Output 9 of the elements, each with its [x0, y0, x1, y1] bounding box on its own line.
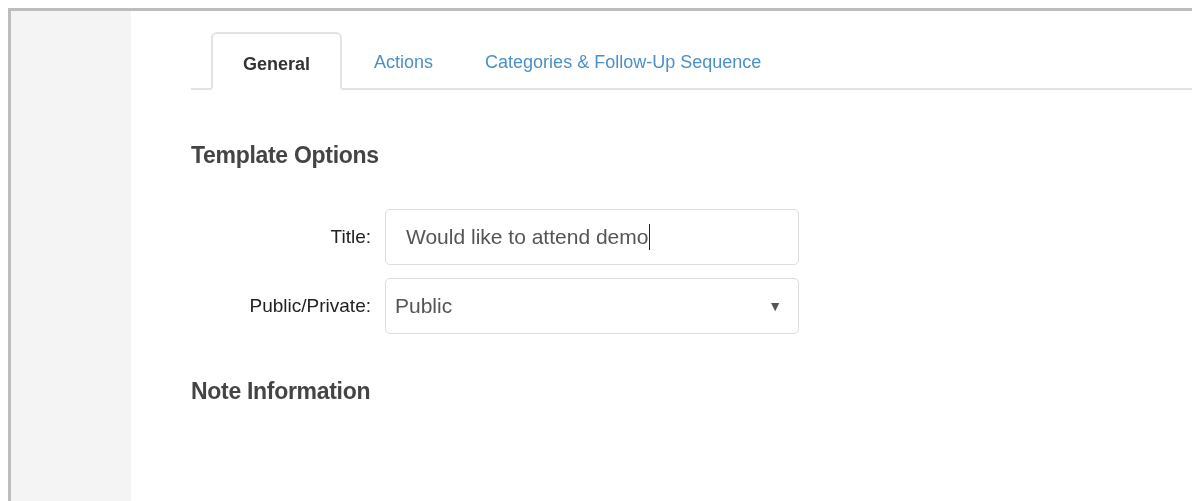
- tab[interactable]: Actions: [354, 34, 454, 90]
- dropdown[interactable]: Public ▼: [385, 278, 799, 334]
- tab[interactable]: General: [211, 32, 343, 90]
- section-heading: Note Information: [191, 378, 372, 405]
- section-heading: Template Options: [191, 142, 380, 169]
- field-label: Title:: [329, 226, 371, 248]
- field-label: Public/Private:: [248, 295, 371, 317]
- tab[interactable]: Categories & Follow-Up Sequence: [465, 34, 782, 90]
- text-field[interactable]: Would like to attend demo: [385, 209, 799, 265]
